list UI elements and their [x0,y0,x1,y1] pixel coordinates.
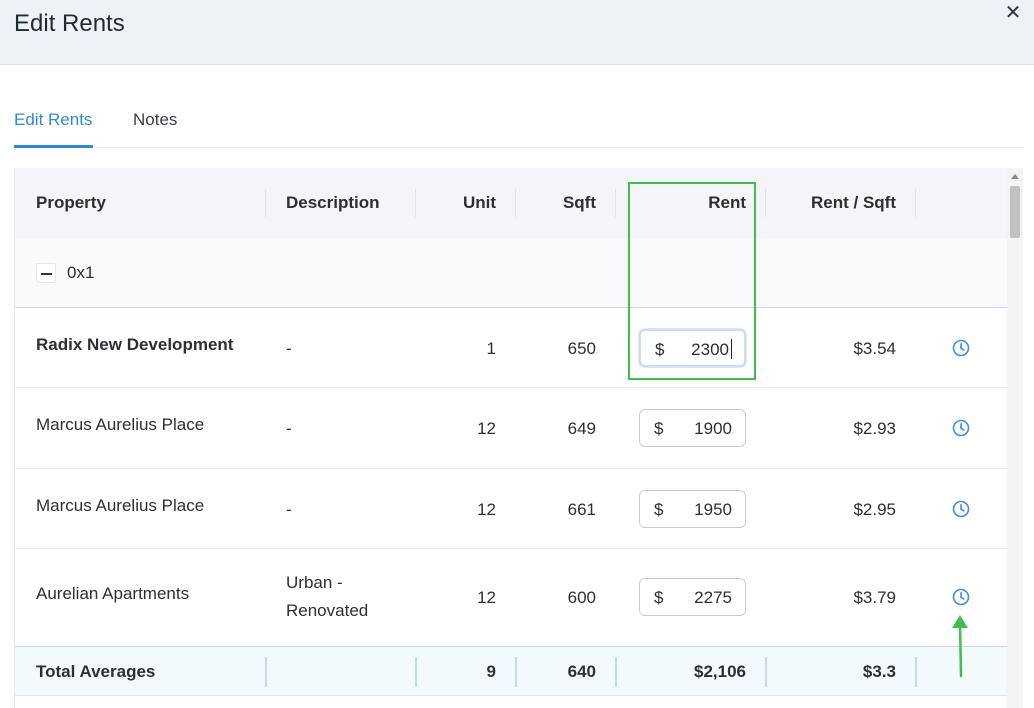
minus-icon[interactable] [36,263,56,283]
unit-cell: 12 [477,419,496,438]
rent-value: 2275 [694,588,732,607]
currency-symbol: $ [654,419,664,438]
rent-per-sqft-cell: $3.54 [853,339,896,358]
column-header-rent-per-sqft[interactable]: Rent / Sqft [765,168,896,238]
rent-input[interactable]: $ 1950 [639,490,746,528]
dialog-header: Edit Rents ✕ [0,0,1034,65]
arrow-up-annotation-icon [952,615,968,678]
rent-per-sqft-cell: $2.93 [853,419,896,438]
totals-unit: 9 [486,662,496,681]
vertical-scrollbar[interactable] [1007,168,1023,708]
clock-icon[interactable] [951,338,971,358]
tab-bar: Edit Rents Notes [14,100,1024,148]
description-cell: Urban - [286,573,343,592]
column-header-description[interactable]: Description [286,168,380,238]
totals-divider [915,657,917,687]
table-row: Marcus Aurelius Place - 12 661 $ 1950 $2… [15,469,1008,549]
description-cell: - [286,419,292,438]
totals-sqft: 640 [567,662,596,681]
close-icon[interactable]: ✕ [1003,3,1023,23]
unit-cell: 12 [477,500,496,519]
rent-value: 1950 [694,500,732,519]
totals-row: Total Averages 9 640 $2,106 $3.3 [15,646,1008,696]
table-row: Marcus Aurelius Place - 12 649 $ 1900 $2… [15,388,1008,469]
group-label: 0x1 [67,263,95,282]
rent-value: 1900 [694,419,732,438]
property-name: Marcus Aurelius Place [36,415,205,434]
sqft-cell: 661 [567,500,596,519]
totals-rent-per-sqft: $3.3 [862,662,896,681]
clock-icon[interactable] [951,418,971,438]
rents-grid: Property Description Unit Sqft Rent Rent… [14,168,1008,708]
totals-divider [265,657,267,687]
clock-icon[interactable] [951,499,971,519]
currency-symbol: $ [654,588,664,607]
dialog-title: Edit Rents [14,10,125,37]
property-name: Radix New Development [36,335,234,354]
table-row: Radix New Development - 1 650 $ 2300 $3.… [15,308,1008,388]
scrollbar-thumb[interactable] [1010,186,1020,238]
rent-per-sqft-cell: $2.95 [853,500,896,519]
property-name: Marcus Aurelius Place [36,496,205,515]
sqft-cell: 650 [567,339,596,358]
unit-cell: 12 [477,588,496,607]
column-divider[interactable] [265,189,266,217]
totals-label: Total Averages [36,662,156,681]
tab-notes[interactable]: Notes [133,110,177,148]
totals-rent: $2,106 [694,662,746,681]
sqft-cell: 600 [567,588,596,607]
description-cell-line2: Renovated [286,601,369,620]
currency-symbol: $ [654,500,664,519]
table-row: Aurelian Apartments Urban - Renovated 12… [15,549,1008,646]
sqft-cell: 649 [567,419,596,438]
rent-input[interactable]: $ 2275 [639,578,746,616]
property-name: Aurelian Apartments [36,584,190,603]
column-divider[interactable] [915,189,916,217]
description-cell: - [286,500,292,519]
rent-input[interactable]: $ 1900 [639,409,746,447]
rent-per-sqft-cell: $3.79 [853,588,896,607]
column-header-property[interactable]: Property [36,168,106,238]
description-cell: - [286,339,292,358]
group-row: 0x1 [15,238,1008,308]
grid-header-row: Property Description Unit Sqft Rent Rent… [15,168,1008,238]
unit-cell: 1 [486,339,496,358]
column-header-sqft[interactable]: Sqft [515,168,596,238]
highlight-annotation-box [628,182,756,380]
scroll-up-arrow-icon[interactable] [1011,174,1019,179]
clock-icon[interactable] [951,587,971,607]
tab-edit-rents[interactable]: Edit Rents [14,110,93,148]
column-header-unit[interactable]: Unit [415,168,496,238]
